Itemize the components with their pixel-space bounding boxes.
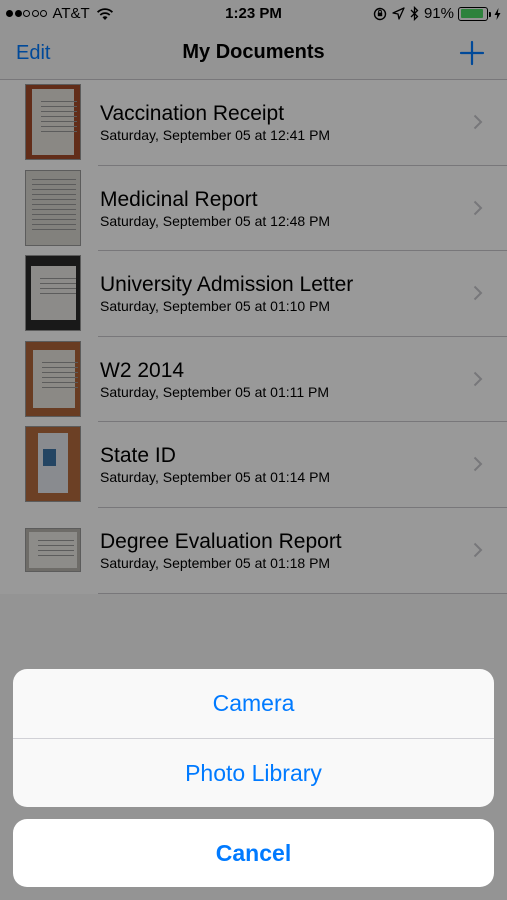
action-sheet: Camera Photo Library	[13, 669, 494, 807]
cancel-button[interactable]: Cancel	[13, 819, 494, 887]
camera-button[interactable]: Camera	[13, 669, 494, 738]
photo-library-button[interactable]: Photo Library	[13, 738, 494, 807]
